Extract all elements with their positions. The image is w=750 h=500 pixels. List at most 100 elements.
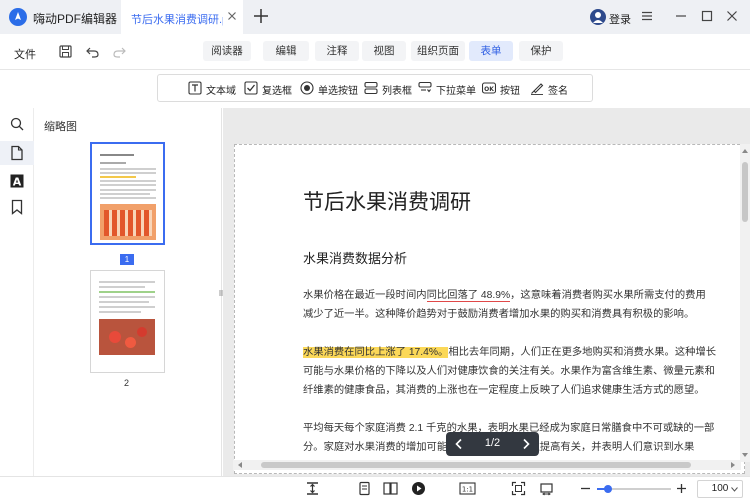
horizontal-scroll-thumb[interactable]	[261, 462, 691, 468]
play-slideshow-icon[interactable]	[411, 481, 426, 496]
tab-view[interactable]: 视图	[362, 41, 406, 61]
chevron-down-icon[interactable]	[731, 487, 738, 492]
vertical-scrollbar[interactable]	[740, 144, 750, 462]
list-box-label: 列表框	[382, 86, 412, 97]
save-icon[interactable]	[58, 44, 73, 59]
scroll-down-icon[interactable]	[742, 453, 748, 458]
zoom-percent-field[interactable]: 100	[697, 480, 743, 498]
paragraph-2-line-2: 可能与水果价格的下降以及人们对健康饮食的关注有关。水果作为富含维生素、微量元素和	[303, 366, 715, 377]
paragraph-1-line-2: 减少了近一半。这种降价趋势对于鼓励消费者增加水果的购买和消费具有积极的影响。	[303, 309, 695, 320]
close-window-icon[interactable]	[725, 9, 739, 23]
dropdown-label: 下拉菜单	[436, 86, 476, 97]
hamburger-menu-icon[interactable]	[640, 9, 654, 23]
list-box-tool[interactable]: 列表框	[364, 80, 424, 97]
document-tab-title: 节后水果消费调研.p...	[131, 14, 223, 26]
radio-button-tool[interactable]: 单选按钮	[300, 80, 370, 97]
radio-button-label: 单选按钮	[318, 86, 358, 97]
login-label: 登录	[609, 14, 631, 26]
paragraph-2-line-1: 水果消费在同比上涨了 17.4%。相比去年同期，人们正在更多地购买和消费水果。这…	[303, 343, 716, 362]
single-page-icon[interactable]	[357, 481, 372, 496]
minimize-icon[interactable]	[674, 9, 688, 23]
fit-width-icon[interactable]	[539, 481, 554, 496]
thumbnail-panel: 缩略图 1 2	[34, 108, 222, 476]
text-recognition-icon[interactable]: A	[9, 173, 25, 189]
tab-annotate[interactable]: 注释	[315, 41, 359, 61]
app-logo-icon	[9, 8, 27, 26]
two-page-icon[interactable]	[383, 481, 398, 496]
tab-edit[interactable]: 编辑	[263, 41, 309, 61]
scroll-left-icon[interactable]	[237, 462, 242, 468]
thumbnail-fruit-photo	[99, 319, 155, 355]
fit-height-icon[interactable]	[305, 481, 320, 496]
horizontal-scrollbar[interactable]	[233, 460, 741, 470]
document-title: 节后水果消费调研	[303, 191, 471, 214]
zoom-out-icon[interactable]	[578, 481, 593, 496]
pdf-page[interactable]: 节后水果消费调研 水果消费数据分析 水果价格在最近一段时间内同比回落了 48.9…	[234, 144, 745, 474]
underlined-annotation[interactable]: 同比回落了 48.9%	[426, 290, 511, 302]
signature-icon	[531, 83, 544, 95]
text-run: 水果价格在最近一段时间内	[303, 290, 427, 301]
tab-reader[interactable]: 阅读器	[203, 41, 251, 61]
button-tool-label: 按钮	[500, 86, 520, 97]
page-indicator: 1/2	[484, 437, 501, 449]
search-icon[interactable]	[9, 116, 25, 132]
page-thumbnail-1[interactable]	[90, 142, 165, 245]
button-tool[interactable]: OK 按钮	[482, 80, 530, 97]
undo-icon[interactable]	[85, 44, 100, 59]
paragraph-2-line-3: 纤维素的健康食品，其消费的上涨也在一定程度上反映了人们追求健康生活方式的愿望。	[303, 385, 705, 396]
next-page-icon[interactable]	[519, 437, 533, 451]
scroll-right-icon[interactable]	[731, 462, 736, 468]
maximize-icon[interactable]	[700, 9, 714, 23]
highlight-annotation[interactable]: 水果消费在同比上涨了 17.4%。	[303, 347, 449, 358]
menu-bar: 文件 阅读器 编辑 注释 视图 组织页面 表单 保护	[0, 34, 750, 70]
tab-organize-pages[interactable]: 组织页面	[411, 41, 465, 61]
svg-text:1:1: 1:1	[462, 486, 473, 494]
document-tab[interactable]: 节后水果消费调研.p...	[121, 0, 243, 34]
text-field-label: 文本域	[206, 86, 236, 97]
file-menu[interactable]: 文件	[14, 46, 36, 62]
tab-forms[interactable]: 表单	[469, 41, 513, 61]
dropdown-icon	[418, 81, 432, 93]
list-box-icon	[364, 81, 378, 95]
page-navigator: 1/2	[446, 432, 539, 456]
zoom-slider[interactable]	[597, 485, 671, 493]
vertical-scroll-thumb[interactable]	[742, 162, 748, 222]
text-field-tool[interactable]: 文本域	[188, 80, 248, 97]
page-number-badge: 1	[120, 254, 134, 265]
signature-label: 签名	[548, 86, 568, 97]
zoom-in-icon[interactable]	[674, 481, 689, 496]
ok-button-icon: OK	[482, 82, 496, 94]
previous-page-icon[interactable]	[452, 437, 466, 451]
add-tab-icon[interactable]	[252, 7, 270, 25]
thumbnail-heading: 缩略图	[44, 121, 77, 133]
svg-text:OK: OK	[484, 86, 494, 93]
form-toolbar: 文本域 复选框 单选按钮 列表框 下拉菜单 OK 按钮 签名	[157, 74, 593, 102]
signature-tool[interactable]: 签名	[530, 80, 580, 97]
dropdown-tool[interactable]: 下拉菜单	[418, 80, 488, 97]
zoom-slider-handle[interactable]	[604, 485, 613, 493]
left-rail: A	[0, 108, 34, 476]
section-heading: 水果消费数据分析	[303, 251, 408, 266]
page-number-label: 2	[124, 378, 130, 388]
fit-page-icon[interactable]	[511, 481, 526, 496]
thumbnail-page-icon[interactable]	[9, 145, 25, 161]
svg-text:A: A	[13, 176, 22, 189]
login-button[interactable]: 登录	[590, 8, 632, 28]
title-bar: 嗨动PDF编辑器 节后水果消费调研.p... 登录	[0, 0, 750, 34]
scroll-up-icon[interactable]	[742, 148, 748, 153]
checkbox-tool[interactable]: 复选框	[244, 80, 304, 97]
text-field-icon	[188, 81, 202, 95]
page-thumbnail-2[interactable]	[90, 270, 165, 373]
bookmark-icon[interactable]	[9, 199, 25, 215]
app-title: 嗨动PDF编辑器	[33, 12, 118, 26]
checkbox-label: 复选框	[262, 86, 292, 97]
avatar-icon	[590, 9, 606, 25]
status-bar: 1:1 100	[0, 476, 750, 500]
tab-protect[interactable]: 保护	[519, 41, 563, 61]
actual-size-icon[interactable]: 1:1	[459, 481, 476, 496]
close-tab-icon[interactable]	[225, 9, 239, 23]
redo-icon[interactable]	[112, 44, 127, 59]
paragraph-1-line-1: 水果价格在最近一段时间内同比回落了 48.9%，这意味着消费者购买水果所需支付的…	[303, 286, 706, 305]
text-run: ，这意味着消费者购买水果所需支付的费用	[510, 290, 706, 301]
text-run: 相比去年同期，人们正在更多地购买和消费水果。这种增长	[448, 347, 717, 358]
